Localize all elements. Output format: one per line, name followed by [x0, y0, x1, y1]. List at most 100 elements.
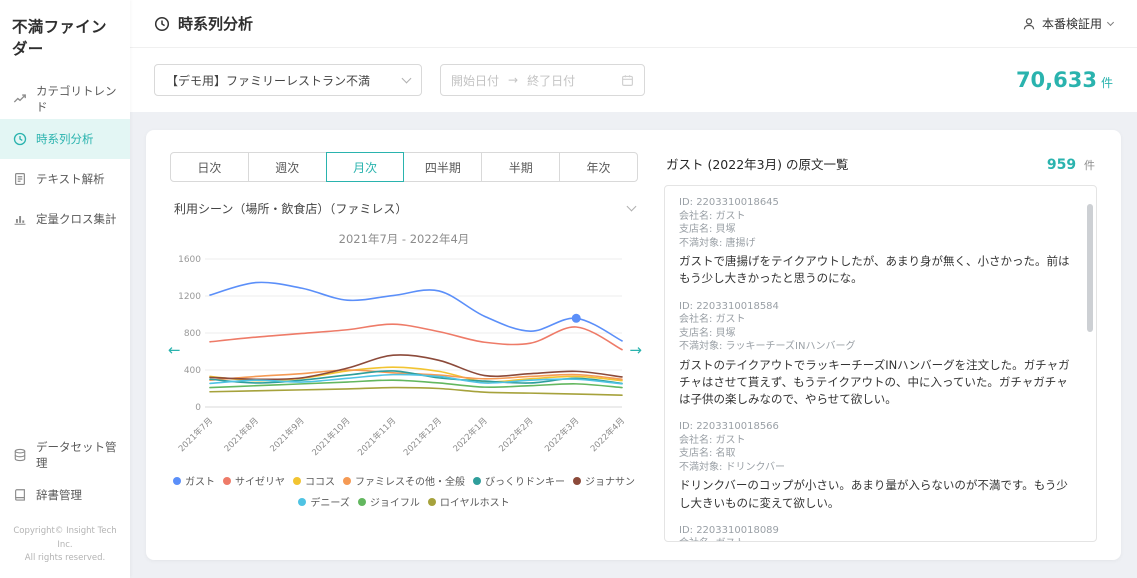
chart-next-arrow[interactable]: → — [629, 341, 642, 359]
tab-quarterly[interactable]: 四半期 — [403, 152, 482, 182]
x-tick-label: 2021年10月 — [310, 415, 353, 458]
dataset-select-value: 【デモ用】ファミリーレストラン不満 — [166, 72, 370, 89]
record-company: 会社名: ガスト — [679, 313, 1074, 327]
main-area: 時系列分析 本番検証用 【デモ用】ファミリーレストラン不満 開始日付 → 終了日… — [130, 0, 1137, 578]
y-tick-label: 400 — [184, 366, 201, 376]
chart-prev-arrow[interactable]: ← — [168, 341, 181, 359]
record-item: ID: 2203310018089会社名: ガスト支店名: 鶴川不満対象: ラン… — [679, 524, 1074, 542]
legend-item-gusto[interactable]: ガスト — [173, 473, 215, 488]
record-branch: 支店名: 貝塚 — [679, 223, 1074, 237]
legend-item-bikkuri-donkey[interactable]: びっくりドンキー — [473, 473, 565, 488]
copyright: Copyright© Insight Tech Inc. All rights … — [0, 515, 130, 578]
date-range-arrow: → — [508, 73, 518, 87]
detail-count: 959 件 — [1047, 157, 1095, 173]
chart-area: 0400800120016002021年7月2021年8月2021年9月2021… — [170, 249, 638, 465]
record-company: 会社名: ガスト — [679, 434, 1074, 448]
legend-row: デニーズジョイフルロイヤルホスト — [170, 494, 638, 509]
sidebar-item-cross-tab[interactable]: 定量クロス集計 — [0, 199, 130, 239]
sidebar-item-label: 辞書管理 — [36, 487, 82, 503]
chart-title: 2021年7月 - 2022年4月 — [170, 231, 638, 247]
date-range-input[interactable]: 開始日付 → 終了日付 — [440, 64, 645, 96]
timeseries-chart[interactable]: 0400800120016002021年7月2021年8月2021年9月2021… — [170, 249, 632, 465]
sidebar: 不満ファインダー カテゴリトレンド 時系列分析 テキスト解析 定量クロス集計 — [0, 0, 130, 578]
content: 日次週次月次四半期半期年次 利用シーン（場所・飲食店）（ファミレス） 2021年… — [130, 112, 1137, 578]
sidebar-item-label: カテゴリトレンド — [36, 83, 117, 115]
user-name: 本番検証用 — [1042, 15, 1102, 32]
start-date-placeholder: 開始日付 — [451, 72, 499, 89]
tab-half-year[interactable]: 半期 — [481, 152, 560, 182]
sidebar-item-category-trend[interactable]: カテゴリトレンド — [0, 79, 130, 119]
legend-row: ガストサイゼリヤ ココス ファミレスその他・全般 びっくりドンキー ジョナサン — [170, 473, 638, 488]
y-tick-label: 1600 — [178, 255, 201, 265]
clock-icon — [13, 132, 27, 146]
chevron-down-icon — [627, 202, 637, 212]
series-line-royal-host[interactable] — [210, 388, 622, 396]
legend-dot — [223, 477, 231, 485]
legend-item-jonathan[interactable]: ジョナサン — [573, 473, 635, 488]
legend-item-dennys[interactable]: デニーズ — [298, 494, 350, 509]
tab-daily[interactable]: 日次 — [170, 152, 249, 182]
tab-monthly[interactable]: 月次 — [326, 152, 405, 182]
legend-item-cocos[interactable]: ココス — [293, 473, 335, 488]
sidebar-item-dictionary-management[interactable]: 辞書管理 — [0, 475, 130, 515]
detail-count-unit: 件 — [1084, 159, 1095, 172]
legend-item-famires-other[interactable]: ファミレスその他・全般 — [343, 473, 465, 488]
sidebar-item-dataset-management[interactable]: データセット管理 — [0, 435, 130, 475]
sidebar-nav: カテゴリトレンド 時系列分析 テキスト解析 定量クロス集計 — [0, 79, 130, 239]
scrollbar-thumb[interactable] — [1087, 204, 1093, 332]
record-branch: 支店名: 貝塚 — [679, 327, 1074, 341]
highlighted-point[interactable] — [572, 314, 581, 323]
legend-item-royal-host[interactable]: ロイヤルホスト — [428, 494, 510, 509]
end-date-placeholder: 終了日付 — [527, 72, 575, 89]
legend-item-joyfull[interactable]: ジョイフル — [358, 494, 420, 509]
copyright-line2: All rights reserved. — [6, 552, 124, 566]
user-menu[interactable]: 本番検証用 — [1022, 15, 1113, 32]
legend-label: ファミレスその他・全般 — [355, 473, 465, 488]
records-list[interactable]: ID: 2203310018645会社名: ガスト支店名: 貝塚不満対象: 唐揚… — [664, 185, 1097, 542]
record-item: ID: 2203310018566会社名: ガスト支店名: 名取不満対象: ドリ… — [679, 420, 1074, 512]
detail-panel: ガスト (2022年3月) の原文一覧 959 件 ID: 2203310018… — [664, 152, 1097, 542]
detail-header: ガスト (2022年3月) の原文一覧 959 件 — [664, 152, 1097, 173]
chart-panel: 日次週次月次四半期半期年次 利用シーン（場所・飲食店）（ファミレス） 2021年… — [170, 152, 638, 542]
record-id: ID: 2203310018089 — [679, 524, 1074, 538]
x-tick-label: 2022年3月 — [542, 415, 581, 454]
legend-label: びっくりドンキー — [485, 473, 565, 488]
detail-title: ガスト (2022年3月) の原文一覧 — [666, 154, 848, 173]
record-target: 不満対象: ドリンクバー — [679, 461, 1074, 475]
x-tick-label: 2021年8月 — [222, 415, 261, 454]
x-tick-label: 2021年9月 — [268, 415, 307, 454]
category-select-value: 利用シーン（場所・飲食店）（ファミレス） — [174, 200, 407, 217]
record-body: ガストで唐揚げをテイクアウトしたが、あまり身が無く、小さかった。前はもう少し大き… — [679, 253, 1074, 288]
sidebar-bottom: データセット管理 辞書管理 Copyright© Insight Tech In… — [0, 435, 130, 578]
record-item: ID: 2203310018645会社名: ガスト支店名: 貝塚不満対象: 唐揚… — [679, 196, 1074, 288]
sidebar-item-text-analysis[interactable]: テキスト解析 — [0, 159, 130, 199]
y-tick-label: 1200 — [178, 292, 201, 302]
series-line-saizeriya[interactable] — [210, 324, 622, 349]
legend-label: ココス — [305, 473, 335, 488]
legend-dot — [173, 477, 181, 485]
record-id: ID: 2203310018584 — [679, 300, 1074, 314]
x-tick-label: 2021年7月 — [176, 415, 215, 454]
series-line-gusto[interactable] — [210, 282, 622, 340]
record-body: ガストのテイクアウトでラッキーチーズINハンバーグを注文した。ガチャガチャはさせ… — [679, 357, 1074, 409]
user-icon — [1022, 17, 1036, 31]
sidebar-item-time-series[interactable]: 時系列分析 — [0, 119, 130, 159]
legend-item-saizeriya[interactable]: サイゼリヤ — [223, 473, 285, 488]
analysis-card: 日次週次月次四半期半期年次 利用シーン（場所・飲食店）（ファミレス） 2021年… — [146, 130, 1121, 560]
page-title: 時系列分析 — [178, 13, 253, 34]
category-select[interactable]: 利用シーン（場所・飲食店）（ファミレス） — [170, 198, 638, 219]
chevron-down-icon — [402, 73, 412, 83]
record-target: 不満対象: 唐揚げ — [679, 237, 1074, 251]
sidebar-item-label: 定量クロス集計 — [36, 211, 117, 227]
copyright-line1: Copyright© Insight Tech Inc. — [6, 525, 124, 552]
tab-yearly[interactable]: 年次 — [559, 152, 638, 182]
chart-legend: ガストサイゼリヤ ココス ファミレスその他・全般 びっくりドンキー ジョナサンデニーズジ… — [170, 467, 638, 509]
detail-count-value: 959 — [1047, 157, 1076, 173]
dataset-select[interactable]: 【デモ用】ファミリーレストラン不満 — [154, 64, 422, 96]
legend-label: ジョナサン — [585, 473, 635, 488]
total-count-value: 70,633 — [1016, 68, 1097, 92]
tab-weekly[interactable]: 週次 — [248, 152, 327, 182]
sidebar-item-label: テキスト解析 — [36, 171, 105, 187]
filter-bar: 【デモ用】ファミリーレストラン不満 開始日付 → 終了日付 70,633 件 — [130, 48, 1137, 112]
trend-icon — [13, 92, 27, 106]
